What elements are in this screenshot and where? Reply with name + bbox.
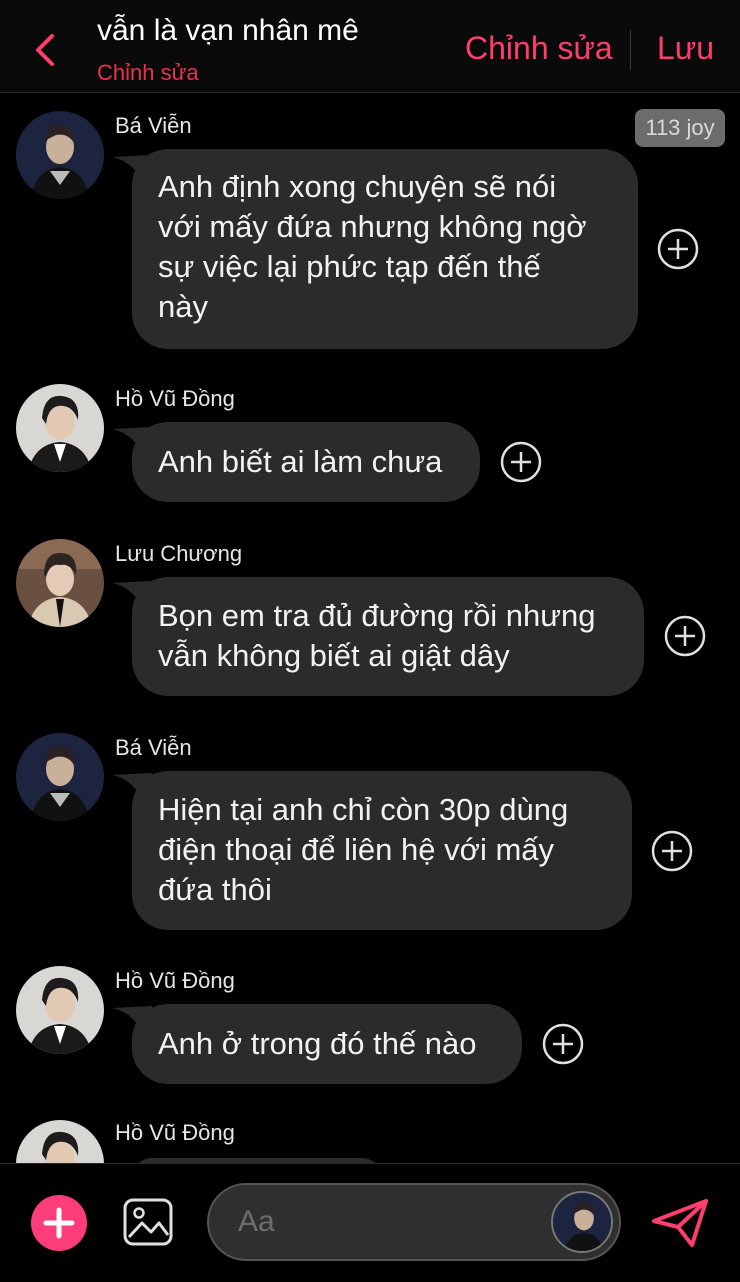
message-line: với mấy đứa nhưng không ngờ	[158, 209, 587, 244]
edit-button[interactable]: Chỉnh sửa	[465, 30, 613, 67]
sender-name: Lưu Chương	[115, 541, 243, 566]
message-bubble[interactable]: Hiện tại anh chỉ còn 30p dùng điện thoại…	[132, 771, 632, 930]
message-bubble[interactable]: Anh định xong chuyện sẽ nói với mấy đứa …	[132, 149, 638, 349]
message-line: này	[158, 289, 208, 324]
add-reaction-icon[interactable]	[664, 615, 706, 657]
chat-header: vẫn là vạn nhân mê Chỉnh sửa Chỉnh sửa L…	[0, 0, 740, 93]
header-divider	[630, 30, 631, 70]
add-reaction-icon[interactable]	[651, 830, 693, 872]
sender-name: Bá Viễn	[115, 735, 192, 760]
message-line: điện thoại để liên hệ với mấy	[158, 832, 555, 867]
send-icon[interactable]	[650, 1197, 710, 1249]
composer-bar: Aa	[0, 1163, 740, 1282]
message-bubble[interactable]: Anh ở trong đó thế nào	[132, 1004, 522, 1084]
message-line: sự việc lại phức tạp đến thế	[158, 249, 541, 284]
avatar[interactable]	[16, 539, 104, 627]
add-reaction-icon[interactable]	[500, 441, 542, 483]
message-line: Anh ở trong đó thế nào	[158, 1026, 477, 1061]
message-line: Anh biết ai làm chưa	[158, 444, 443, 479]
add-button[interactable]	[31, 1195, 87, 1251]
chat-subtitle: Chỉnh sửa	[97, 60, 199, 85]
avatar[interactable]	[16, 1120, 104, 1163]
sender-name: Hồ Vũ Đồng	[115, 1120, 235, 1145]
message-line: Bọn em tra đủ đường rồi nhưng	[158, 598, 596, 633]
add-reaction-icon[interactable]	[657, 228, 699, 270]
message-bubble[interactable]: Anh biết ai làm chưa	[132, 422, 480, 502]
avatar[interactable]	[16, 733, 104, 821]
add-reaction-icon[interactable]	[542, 1023, 584, 1065]
message-line: Hiện tại anh chỉ còn 30p dùng	[158, 792, 569, 827]
message-line: đứa thôi	[158, 872, 272, 907]
avatar[interactable]	[16, 111, 104, 199]
message-line: Anh định xong chuyện sẽ nói	[158, 169, 557, 204]
avatar[interactable]	[551, 1191, 613, 1253]
save-button[interactable]: Lưu	[657, 30, 714, 67]
message-list[interactable]: Bá Viễn 113 joy Anh định xong chuyện sẽ …	[0, 93, 740, 1163]
message-input[interactable]: Aa	[207, 1183, 621, 1261]
message-line: vẫn không biết ai giật dây	[158, 638, 510, 673]
avatar[interactable]	[16, 384, 104, 472]
sender-name: Hồ Vũ Đồng	[115, 386, 235, 411]
sender-name: Hồ Vũ Đồng	[115, 968, 235, 993]
message-input-placeholder: Aa	[238, 1205, 275, 1238]
avatar[interactable]	[16, 966, 104, 1054]
joy-badge: 113 joy	[635, 109, 725, 147]
chat-title: vẫn là vạn nhân mê	[97, 14, 359, 47]
sender-name: Bá Viễn	[115, 113, 192, 138]
message-bubble[interactable]: Bọn em tra đủ đường rồi nhưng vẫn không …	[132, 577, 644, 696]
plus-icon	[43, 1207, 75, 1239]
image-icon[interactable]	[122, 1197, 174, 1247]
back-arrow-icon[interactable]	[28, 28, 68, 72]
